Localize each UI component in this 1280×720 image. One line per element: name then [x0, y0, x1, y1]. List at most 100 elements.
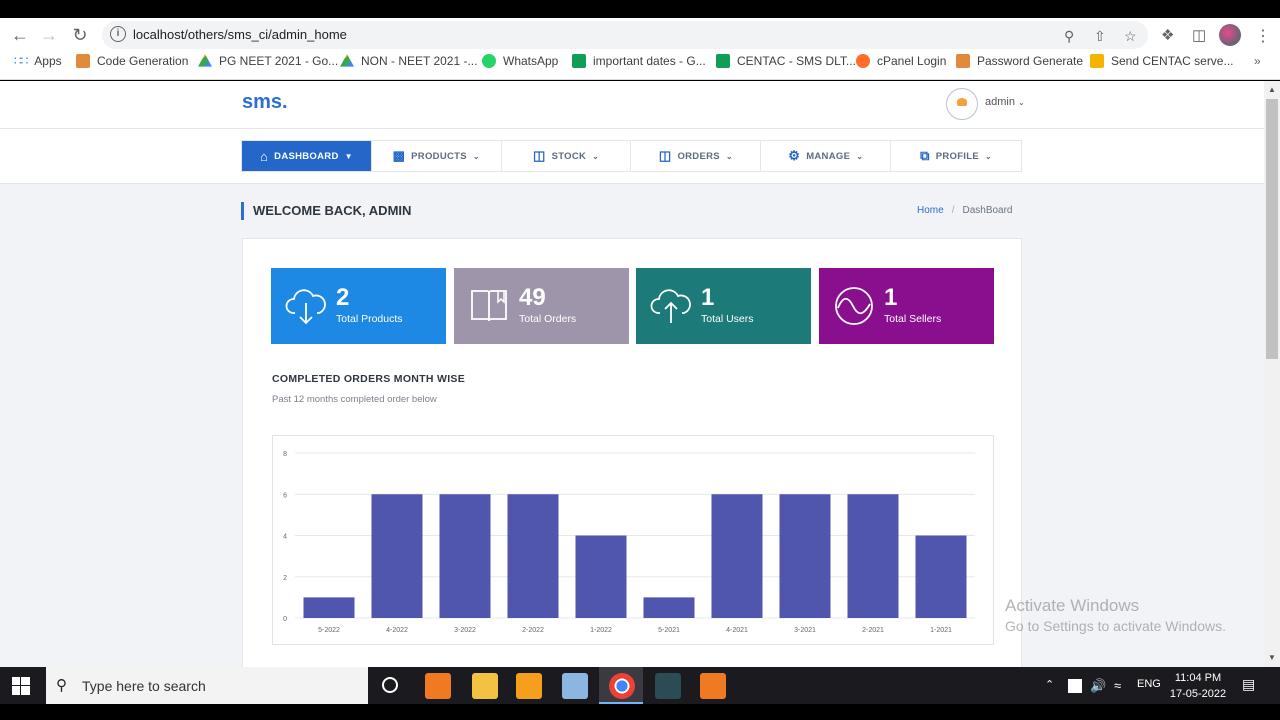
bookmark-cpanel[interactable]: cPanel Login — [856, 54, 946, 68]
chart-bar — [847, 494, 899, 618]
bookmark-apps[interactable]: ∷∷ Apps — [14, 54, 62, 68]
chevron-down-icon: ⌄ — [856, 151, 864, 161]
extensions-icon[interactable]: ❖ — [1161, 26, 1174, 44]
y-tick-label: 2 — [283, 575, 287, 582]
stat-tile-sellers[interactable]: 1 Total Sellers — [819, 268, 994, 344]
chevron-down-icon: ⌄ — [725, 151, 733, 161]
language-indicator[interactable]: ENG — [1137, 678, 1161, 690]
apps-grid-icon: ∷∷ — [14, 54, 28, 68]
taskbar-clock[interactable]: 11:04 PM 17-05-2022 — [1168, 670, 1228, 702]
bookmark-favicon — [956, 54, 970, 68]
bookmark-important-dates[interactable]: important dates - G... — [572, 54, 706, 68]
section-title: COMPLETED ORDERS MONTH WISE — [272, 373, 466, 385]
chrome-icon[interactable] — [609, 673, 635, 699]
notepad-icon[interactable] — [562, 673, 588, 699]
bookmark-label: Send CENTAC serve... — [1111, 54, 1234, 68]
windows-start-icon[interactable] — [12, 677, 30, 695]
share-icon[interactable]: ⇧ — [1094, 28, 1106, 45]
main-menu: ⌂ DASHBOARD ▼ ▩ PRODUCTS ⌄ ◫ STOCK ⌄ ◫ O… — [241, 140, 1022, 172]
menu-orders[interactable]: ◫ ORDERS ⌄ — [631, 141, 762, 171]
forward-icon[interactable]: → — [38, 24, 60, 46]
back-icon[interactable]: ← — [9, 24, 31, 46]
bottom-black-bar — [0, 704, 1280, 720]
bookmark-centac-sms[interactable]: CENTAC - SMS DLT... — [716, 54, 856, 68]
section-subtitle: Past 12 months completed order below — [272, 394, 437, 405]
menu-label: MANAGE — [806, 150, 851, 162]
browser-chrome: ← → ↻ i localhost/others/sms_ci/admin_ho… — [0, 18, 1280, 80]
recorder-icon[interactable] — [700, 673, 726, 699]
app-logo[interactable]: sms. — [242, 91, 288, 114]
cloud-download-icon — [285, 289, 326, 325]
network-status-icon[interactable] — [1068, 679, 1082, 693]
menu-manage[interactable]: ⚙ MANAGE ⌄ — [761, 141, 892, 171]
menu-products[interactable]: ▩ PRODUCTS ⌄ — [372, 141, 502, 171]
app-header: sms. admin ⌄ — [0, 81, 1264, 129]
star-icon[interactable]: ☆ — [1124, 28, 1137, 45]
bookmark-password-generate[interactable]: Password Generate — [956, 54, 1083, 68]
taskbar-search[interactable]: ⚲ Type here to search — [46, 667, 368, 704]
scroll-thumb[interactable] — [1266, 99, 1278, 359]
whatsapp-icon — [482, 54, 496, 68]
address-bar[interactable]: i localhost/others/sms_ci/admin_home ⚲ ⇧… — [102, 21, 1148, 49]
user-menu[interactable]: admin ⌄ — [985, 96, 1025, 108]
user-name: admin — [985, 96, 1015, 108]
wifi-icon[interactable]: ≈ — [1114, 678, 1121, 693]
side-panel-icon[interactable]: ◫ — [1192, 26, 1206, 44]
bookmark-pg-neet[interactable]: PG NEET 2021 - Go... — [198, 54, 338, 68]
cortana-icon[interactable] — [382, 677, 398, 693]
profile-avatar[interactable] — [1219, 24, 1241, 46]
menu-stock[interactable]: ◫ STOCK ⌄ — [502, 141, 632, 171]
bookmark-whatsapp[interactable]: WhatsApp — [482, 54, 558, 68]
web-page: sms. admin ⌄ ⌂ DASHBOARD ▼ ▩ PRODUCTS ⌄ … — [0, 81, 1264, 667]
bookmarks-bar: ∷∷ Apps Code Generation PG NEET 2021 - G… — [0, 52, 1280, 74]
scroll-up-icon[interactable]: ▲ — [1268, 85, 1276, 94]
filmora-icon[interactable] — [655, 673, 681, 699]
user-avatar[interactable] — [946, 88, 978, 120]
page-scrollbar[interactable]: ▲ ▼ — [1264, 81, 1280, 667]
bookmark-favicon — [76, 54, 90, 68]
menu-profile[interactable]: ⧉ PROFILE ⌄ — [891, 141, 1021, 171]
stat-tile-users[interactable]: 1 Total Users — [636, 268, 811, 344]
sublime-text-icon[interactable] — [516, 673, 542, 699]
notifications-icon[interactable]: ▤ — [1242, 676, 1255, 693]
bookmark-non-neet[interactable]: NON - NEET 2021 -... — [340, 54, 477, 68]
window-icon: ⧉ — [920, 148, 930, 163]
chevron-down-icon: ▼ — [344, 151, 353, 161]
breadcrumb-current: DashBoard — [962, 205, 1013, 216]
breadcrumb-home[interactable]: Home — [917, 205, 944, 216]
stat-value: 1 — [884, 284, 898, 311]
scroll-down-icon[interactable]: ▼ — [1268, 653, 1276, 662]
bookmark-label: CENTAC - SMS DLT... — [737, 54, 856, 68]
bookmark-label: Password Generate — [977, 54, 1084, 68]
file-explorer-icon[interactable] — [472, 673, 498, 699]
orders-chart-container: 0 2 4 6 8 5-2022 4-2022 3-2022 2-2022 1-2022 5-202… — [272, 435, 994, 645]
bookmark-send-centac[interactable]: Send CENTAC serve... — [1090, 54, 1233, 68]
chevron-down-icon: ⌄ — [1018, 98, 1025, 107]
zoom-icon[interactable]: ⚲ — [1064, 28, 1074, 45]
drive-icon — [340, 54, 354, 67]
tray-chevron-icon[interactable]: ⌃ — [1045, 678, 1054, 691]
more-bookmarks-icon[interactable]: » — [1254, 54, 1261, 68]
activate-windows-subtitle: Go to Settings to activate Windows. — [1005, 618, 1226, 634]
search-icon: ⚲ — [56, 677, 67, 694]
xampp-icon[interactable] — [425, 673, 451, 699]
chevron-down-icon: ⌄ — [472, 151, 480, 161]
reload-icon[interactable]: ↻ — [69, 24, 91, 46]
stat-tile-orders[interactable]: 49 Total Orders — [454, 268, 629, 344]
menu-dots-icon[interactable]: ⋮ — [1255, 26, 1271, 46]
chart-bar — [439, 494, 491, 618]
site-info-icon[interactable]: i — [110, 26, 126, 42]
stat-label: Total Sellers — [884, 313, 942, 325]
url-text[interactable]: localhost/others/sms_ci/admin_home — [133, 27, 347, 42]
bookmark-label: Apps — [34, 54, 62, 68]
stat-tile-products[interactable]: 2 Total Products — [271, 268, 446, 344]
menu-dashboard[interactable]: ⌂ DASHBOARD ▼ — [242, 141, 372, 171]
chart-bar — [507, 494, 559, 618]
stat-value: 49 — [519, 284, 546, 311]
book-icon: ◫ — [658, 148, 672, 163]
activate-windows-title: Activate Windows — [1005, 596, 1140, 615]
x-tick-label: 2-2021 — [862, 627, 884, 634]
volume-icon[interactable]: 🔊 — [1090, 678, 1106, 694]
bookmark-code-generation[interactable]: Code Generation — [76, 54, 188, 68]
bookmark-label: cPanel Login — [877, 54, 947, 68]
